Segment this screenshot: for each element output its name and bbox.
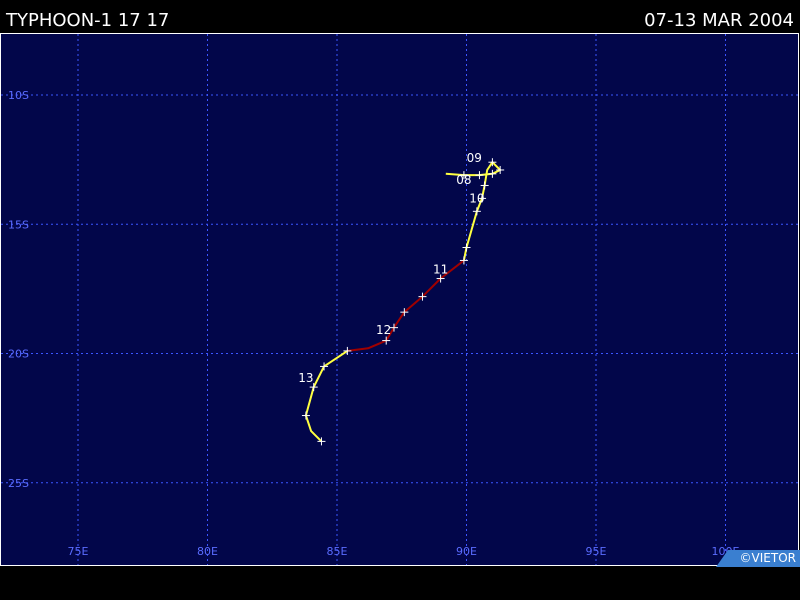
lat-label: 10S — [8, 89, 29, 102]
day-label: 09 — [467, 151, 482, 165]
header-bar: TYPHOON-1 17 17 07-13 MAR 2004 — [0, 0, 800, 33]
track-map[interactable]: 75E 80E 85E 90E 95E 100E10S15S20S25S 09081011… — [0, 33, 799, 566]
footer-bar — [0, 567, 800, 600]
lat-label: 15S — [8, 218, 29, 231]
day-label: 11 — [433, 262, 448, 276]
storm-name: TYPHOON-1 17 17 — [6, 10, 170, 31]
day-label: 13 — [298, 371, 313, 385]
map-background — [0, 33, 799, 566]
day-label: 12 — [376, 323, 391, 337]
lon-label: 75E — [68, 545, 89, 558]
credit-text: ©VIETOR — [739, 551, 796, 565]
date-range: 07-13 MAR 2004 — [644, 10, 794, 31]
lon-label: 95E — [586, 545, 607, 558]
lon-label: 90E — [456, 545, 477, 558]
day-label: 10 — [469, 191, 484, 205]
lon-label: 85E — [327, 545, 348, 558]
lat-label: 20S — [8, 348, 29, 361]
lon-label: 80E — [197, 545, 218, 558]
lat-label: 25S — [8, 477, 29, 490]
day-label: 08 — [456, 173, 471, 187]
